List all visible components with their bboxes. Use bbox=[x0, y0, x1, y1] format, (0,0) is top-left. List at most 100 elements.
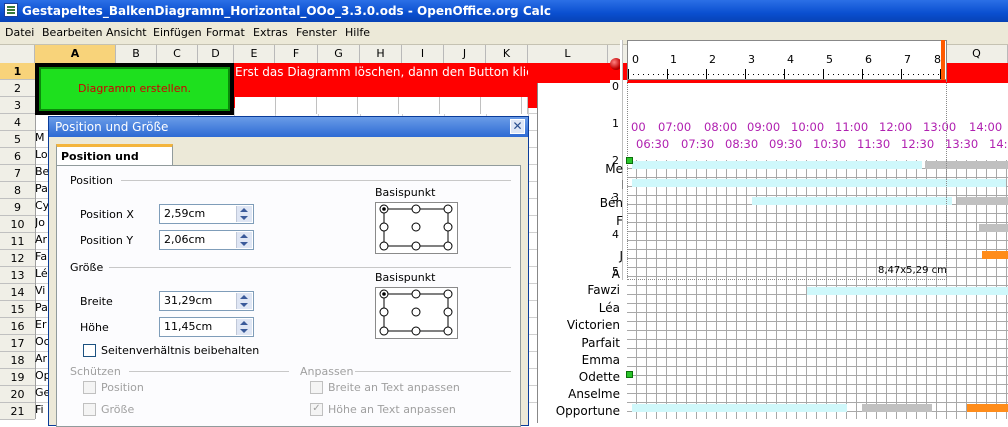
column-header-g[interactable]: G bbox=[318, 45, 360, 63]
row-header-3[interactable]: 3 bbox=[0, 97, 35, 114]
basispunkt-label-size: Basispunkt bbox=[375, 271, 436, 284]
column-header-l[interactable]: L bbox=[528, 45, 608, 63]
row-header-20[interactable]: 20 bbox=[0, 386, 35, 403]
gantt-bar bbox=[967, 404, 1008, 412]
row-header-19[interactable]: 19 bbox=[0, 369, 35, 386]
row-header-2[interactable]: 2 bbox=[0, 80, 35, 97]
adapt-width-label: Breite an Text anpassen bbox=[328, 381, 460, 394]
row-3-cells bbox=[235, 97, 528, 114]
category-labels: Me I Bén F J A Fawzi Léa Victorien Parfa… bbox=[555, 162, 623, 418]
gantt-bar bbox=[862, 404, 932, 412]
menu-hilfe[interactable]: Hilfe bbox=[345, 26, 370, 39]
menu-format[interactable]: Format bbox=[206, 26, 245, 39]
column-header-q[interactable]: Q bbox=[946, 45, 1008, 63]
row-header-21[interactable]: 21 bbox=[0, 403, 35, 420]
menu-datei[interactable]: Datei bbox=[5, 26, 34, 39]
row-header-13[interactable]: 13 bbox=[0, 267, 35, 284]
position-x-label: Position X bbox=[80, 208, 134, 221]
gantt-bar bbox=[957, 197, 1008, 205]
column-a-values: M Lo Be Pa Cy Jo Ar Fa Lé Vi Pa Er Oc Ar… bbox=[35, 131, 48, 416]
banner-text: Erst das Diagramm löschen, dann den Butt… bbox=[235, 65, 559, 79]
width-field[interactable]: 31,29cm bbox=[159, 291, 254, 311]
row-header-5[interactable]: 5 bbox=[0, 131, 35, 148]
row-header-17[interactable]: 17 bbox=[0, 335, 35, 352]
menu-einfuegen[interactable]: Einfügen bbox=[153, 26, 202, 39]
gantt-bar bbox=[979, 224, 1008, 232]
gantt-bar bbox=[807, 287, 1008, 295]
basepoint-grid-icon bbox=[379, 289, 453, 336]
gantt-bar bbox=[752, 197, 952, 205]
window-title-bar: Gestapeltes_BalkenDiagramm_Horizontal_OO… bbox=[0, 0, 1008, 22]
row-header-14[interactable]: 14 bbox=[0, 284, 35, 301]
column-header-a[interactable]: A bbox=[35, 45, 116, 63]
row-headers: 1 2 3 4 5 6 7 8 9 10 11 12 13 14 15 16 1… bbox=[0, 63, 36, 420]
size-basepoint-selector[interactable] bbox=[375, 287, 458, 339]
row-header-9[interactable]: 9 bbox=[0, 199, 35, 216]
column-header-k[interactable]: K bbox=[486, 45, 528, 63]
size-indicator: 8,47x5,29 cm bbox=[878, 265, 947, 276]
row-header-1[interactable]: 1 bbox=[0, 63, 35, 80]
menu-fenster[interactable]: Fenster bbox=[296, 26, 337, 39]
adapt-height-label: Höhe an Text anpassen bbox=[328, 403, 456, 416]
select-all-corner[interactable] bbox=[0, 45, 35, 63]
protect-position-checkbox[interactable] bbox=[83, 381, 96, 394]
height-field[interactable]: 11,45cm bbox=[159, 317, 254, 337]
resize-handle-top[interactable] bbox=[626, 157, 633, 164]
adapt-width-checkbox[interactable] bbox=[310, 381, 323, 394]
menu-extras[interactable]: Extras bbox=[253, 26, 288, 39]
column-header-f[interactable]: F bbox=[275, 45, 318, 63]
dialog-panel: Position Position X 2,59cm Position Y 2,… bbox=[56, 165, 521, 427]
column-header-h[interactable]: H bbox=[360, 45, 402, 63]
gantt-bar bbox=[632, 404, 847, 412]
protect-size-label: Größe bbox=[101, 403, 135, 416]
tab-position-size[interactable]: Position und Größe bbox=[56, 144, 173, 176]
dialog-title-bar[interactable]: Position und Größe ✕ bbox=[49, 117, 528, 137]
column-header-e[interactable]: E bbox=[234, 45, 275, 63]
column-header-b[interactable]: B bbox=[116, 45, 157, 63]
position-x-spinner[interactable] bbox=[236, 206, 252, 222]
basispunkt-label: Basispunkt bbox=[375, 186, 436, 199]
gantt-bar bbox=[925, 161, 1008, 169]
row-header-7[interactable]: 7 bbox=[0, 165, 35, 182]
position-x-field[interactable]: 2,59cm bbox=[159, 204, 254, 224]
keep-ratio-checkbox[interactable] bbox=[83, 344, 96, 357]
row-header-8[interactable]: 8 bbox=[0, 182, 35, 199]
dialog-title: Position und Größe bbox=[55, 120, 169, 134]
row-header-4[interactable]: 4 bbox=[0, 114, 35, 131]
column-header-d[interactable]: D bbox=[198, 45, 234, 63]
adapt-section-label: Anpassen bbox=[300, 365, 354, 378]
column-header-i[interactable]: I bbox=[402, 45, 444, 63]
position-section-label: Position bbox=[70, 174, 113, 187]
position-basepoint-selector[interactable] bbox=[375, 202, 458, 254]
close-icon[interactable]: ✕ bbox=[510, 119, 525, 134]
row-header-6[interactable]: 6 bbox=[0, 148, 35, 165]
protect-size-checkbox[interactable] bbox=[83, 403, 96, 416]
row-header-12[interactable]: 12 bbox=[0, 250, 35, 267]
keep-ratio-label: Seitenverhältnis beibehalten bbox=[101, 344, 260, 357]
row-header-10[interactable]: 10 bbox=[0, 216, 35, 233]
width-spinner[interactable] bbox=[236, 293, 252, 309]
height-spinner[interactable] bbox=[236, 319, 252, 335]
gantt-bar bbox=[982, 251, 1008, 259]
create-chart-button[interactable]: Diagramm erstellen. bbox=[39, 67, 230, 111]
menu-ansicht[interactable]: Ansicht bbox=[106, 26, 147, 39]
position-y-spinner[interactable] bbox=[236, 232, 252, 248]
basepoint-grid-icon bbox=[379, 204, 453, 251]
row-header-11[interactable]: 11 bbox=[0, 233, 35, 250]
protect-section-label: Schützen bbox=[70, 365, 121, 378]
width-label: Breite bbox=[80, 295, 113, 308]
window-title: Gestapeltes_BalkenDiagramm_Horizontal_OO… bbox=[22, 4, 551, 18]
height-label: Höhe bbox=[80, 321, 109, 334]
time-axis-labels: 00 07:00 08:00 09:00 10:00 11:00 12:00 1… bbox=[631, 120, 1008, 151]
position-y-label: Position Y bbox=[80, 234, 134, 247]
column-header-c[interactable]: C bbox=[157, 45, 198, 63]
column-header-j[interactable]: J bbox=[444, 45, 486, 63]
row-header-16[interactable]: 16 bbox=[0, 318, 35, 335]
row-header-15[interactable]: 15 bbox=[0, 301, 35, 318]
adapt-height-checkbox[interactable]: ✓ bbox=[310, 403, 323, 416]
menu-bearbeiten[interactable]: Bearbeiten bbox=[42, 26, 102, 39]
position-y-field[interactable]: 2,06cm bbox=[159, 230, 254, 250]
calc-app-icon bbox=[4, 3, 18, 17]
resize-handle-middle[interactable] bbox=[626, 371, 633, 378]
row-header-18[interactable]: 18 bbox=[0, 352, 35, 369]
